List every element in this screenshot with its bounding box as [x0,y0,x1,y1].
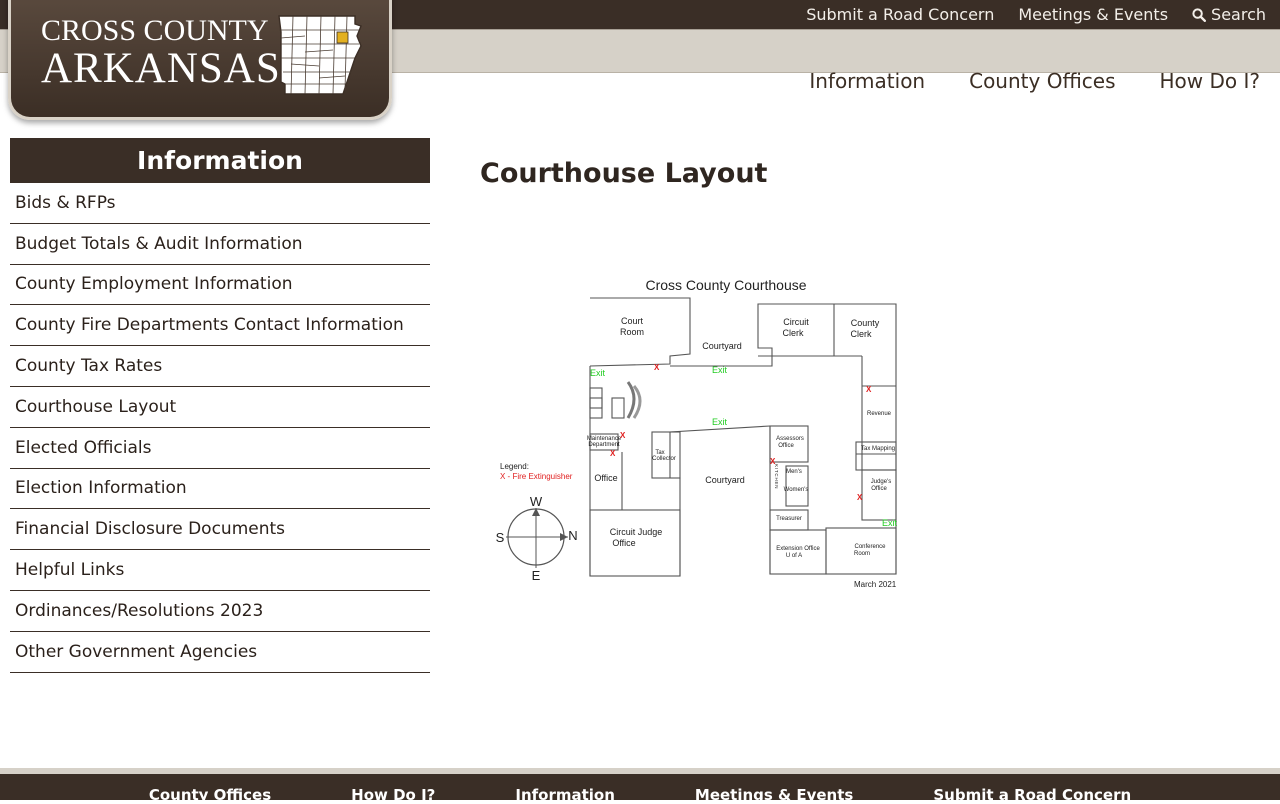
arkansas-map-icon [278,15,362,95]
sidebar-item-tax-rates[interactable]: County Tax Rates [10,346,430,387]
main-nav: Information County Offices How Do I? [809,60,1260,102]
exit-label-courtyard-main: Exit [712,417,728,427]
sidebar: Information Bids & RFPs Budget Totals & … [10,138,430,673]
sidebar-item-fire-departments[interactable]: County Fire Departments Contact Informat… [10,305,430,347]
nav-how-do-i[interactable]: How Do I? [1160,69,1261,93]
room-extension-line1: Extension Office [776,546,820,552]
exit-label-west: Exit [590,368,606,378]
room-assessors-line1: Assessors [776,436,804,442]
compass-east: E [532,568,541,583]
fire-extinguisher-marker: X [610,449,616,458]
room-treasurer: Treasurer [776,516,802,522]
sidebar-item-courthouse-layout[interactable]: Courthouse Layout [10,387,430,428]
fire-extinguisher-marker: X [866,385,872,394]
compass-north: N [568,528,577,543]
room-circuit-judge-line1: Circuit Judge [610,527,663,537]
nav-information[interactable]: Information [809,69,925,93]
compass-south: S [496,530,505,545]
footer-link-county-offices[interactable]: County Offices [149,786,271,804]
room-county-clerk-line2: Clerk [850,329,872,339]
room-mens: Men's [786,469,802,475]
room-womens: Women's [784,487,809,493]
room-tax-collector-line2: Collector [652,456,676,462]
footer-link-road-concern[interactable]: Submit a Road Concern [933,786,1131,804]
sidebar-item-elected-officials[interactable]: Elected Officials [10,428,430,469]
site-logo[interactable]: CROSS COUNTY ARKANSAS [8,0,392,120]
room-court-room-line2: Room [620,327,644,337]
compass-icon [506,508,568,568]
fire-extinguisher-marker: X [654,363,660,372]
courthouse-floorplan: Cross County Courthouse Court Room Court… [496,277,898,589]
footer-link-meetings-events[interactable]: Meetings & Events [695,786,853,804]
room-court-room-line1: Court [621,316,644,326]
room-county-clerk-line1: County [851,318,880,328]
room-judges-line1: Judge's [871,479,892,485]
sidebar-item-other-agencies[interactable]: Other Government Agencies [10,632,430,673]
legend-fire-extinguisher: X - Fire Extinguisher [500,472,573,481]
exit-label-east: Exit [882,518,898,528]
sidebar-item-election-information[interactable]: Election Information [10,469,430,510]
floorplan-date: March 2021 [854,580,897,589]
sidebar-heading: Information [10,138,430,183]
room-assessors-line2: Office [778,443,794,449]
page-title: Courthouse Layout [480,158,768,189]
room-courtyard-main: Courtyard [705,475,745,485]
meetings-events-link[interactable]: Meetings & Events [1018,5,1168,24]
sidebar-item-budget-audit[interactable]: Budget Totals & Audit Information [10,224,430,265]
compass-west: W [530,494,543,509]
sidebar-list: Bids & RFPs Budget Totals & Audit Inform… [10,183,430,673]
room-office: Office [594,473,617,483]
footer-link-how-do-i[interactable]: How Do I? [351,786,435,804]
fire-extinguisher-marker: X [770,457,776,466]
room-circuit-clerk-line2: Clerk [782,328,804,338]
room-tax-mapping: Tax Mapping [861,446,895,452]
nav-county-offices[interactable]: County Offices [969,69,1115,93]
footer-nav: County Offices How Do I? Information Mee… [0,786,1280,804]
logo-text-county: CROSS COUNTY [41,14,269,47]
sidebar-item-bids-rfps[interactable]: Bids & RFPs [10,183,430,224]
legend-title: Legend: [500,462,529,471]
room-judges-line2: Office [871,486,887,492]
search-label: Search [1211,5,1266,24]
search-icon [1192,7,1207,22]
room-conference-line1: Conference [854,544,886,550]
room-courtyard-top: Courtyard [702,341,742,351]
fire-extinguisher-marker: X [620,431,626,440]
room-circuit-clerk-line1: Circuit [783,317,809,327]
submit-road-concern-link[interactable]: Submit a Road Concern [806,5,994,24]
sidebar-item-ordinances[interactable]: Ordinances/Resolutions 2023 [10,591,430,632]
room-conference-line2: Room [854,551,870,557]
room-revenue: Revenue [867,411,892,417]
room-circuit-judge-line2: Office [612,538,635,548]
sidebar-item-helpful-links[interactable]: Helpful Links [10,550,430,591]
floorplan-title: Cross County Courthouse [645,277,806,293]
footer-link-information[interactable]: Information [515,786,615,804]
search-link[interactable]: Search [1192,5,1266,24]
exit-label-courtyard-top: Exit [712,365,728,375]
utility-nav: Submit a Road Concern Meetings & Events … [806,0,1266,29]
logo-text-state: ARKANSAS [41,45,281,92]
room-kitchen: KITCHEN [774,464,779,489]
sidebar-item-financial-disclosure[interactable]: Financial Disclosure Documents [10,509,430,551]
footer: County Offices How Do I? Information Mee… [0,768,1280,804]
sidebar-item-employment[interactable]: County Employment Information [10,265,430,306]
fire-extinguisher-marker: X [857,493,863,502]
room-extension-line2: U of A [786,553,802,559]
room-maintenance-line2: Department [588,442,620,448]
